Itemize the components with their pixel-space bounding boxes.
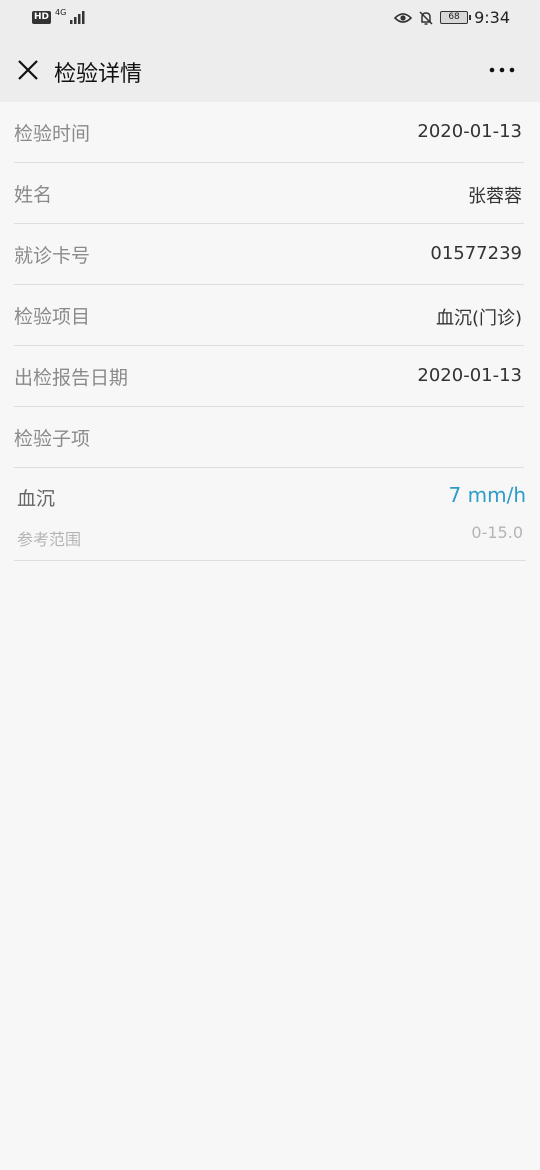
- page-title: 检验详情: [54, 62, 143, 87]
- sub-item-name: 血沉: [17, 488, 56, 510]
- detail-label: 出检报告日期: [14, 367, 129, 389]
- detail-label: 检验子项: [14, 428, 91, 450]
- signal-icon: [70, 11, 85, 24]
- reference-range-value: 0-15.0: [471, 523, 523, 542]
- detail-value: 血沉(门诊): [435, 308, 522, 329]
- network-label: 4G: [55, 7, 67, 17]
- detail-row-name: 姓名 张蓉蓉: [14, 163, 524, 224]
- detail-value: 2020-01-13: [417, 121, 522, 142]
- battery-icon: 68: [440, 11, 472, 24]
- detail-value: 01577239: [430, 243, 522, 264]
- more-icon[interactable]: [484, 56, 520, 84]
- detail-row-card-number: 就诊卡号 01577239: [14, 224, 524, 285]
- sub-item-value: 7 mm/h: [448, 483, 526, 507]
- detail-list: 检验时间 2020-01-13 姓名 张蓉蓉 就诊卡号 01577239 检验项…: [0, 102, 540, 561]
- sub-item-esr: 血沉 7 mm/h 参考范围 0-15.0: [14, 468, 526, 561]
- bell-off-icon: [419, 10, 433, 25]
- status-right: 68 9:34: [394, 8, 510, 27]
- detail-value: 张蓉蓉: [468, 186, 522, 207]
- eye-icon: [394, 12, 413, 23]
- detail-value: 2020-01-13: [417, 365, 522, 386]
- app-header: 检验详情: [0, 38, 540, 102]
- detail-label: 姓名: [14, 184, 53, 206]
- hd-badge: HD: [32, 10, 52, 24]
- detail-label: 就诊卡号: [14, 245, 91, 267]
- detail-row-test-item: 检验项目 血沉(门诊): [14, 285, 524, 346]
- detail-row-test-time: 检验时间 2020-01-13: [14, 102, 524, 163]
- reference-range-label: 参考范围: [17, 530, 82, 549]
- status-left: HD 4G: [32, 7, 88, 24]
- close-icon[interactable]: [12, 54, 44, 86]
- detail-label: 检验项目: [14, 306, 91, 328]
- detail-row-sub-items: 检验子项: [14, 407, 524, 468]
- status-time: 9:34: [474, 8, 510, 27]
- detail-row-report-date: 出检报告日期 2020-01-13: [14, 346, 524, 407]
- status-bar: HD 4G 68 9:34: [0, 0, 540, 38]
- detail-label: 检验时间: [14, 123, 91, 145]
